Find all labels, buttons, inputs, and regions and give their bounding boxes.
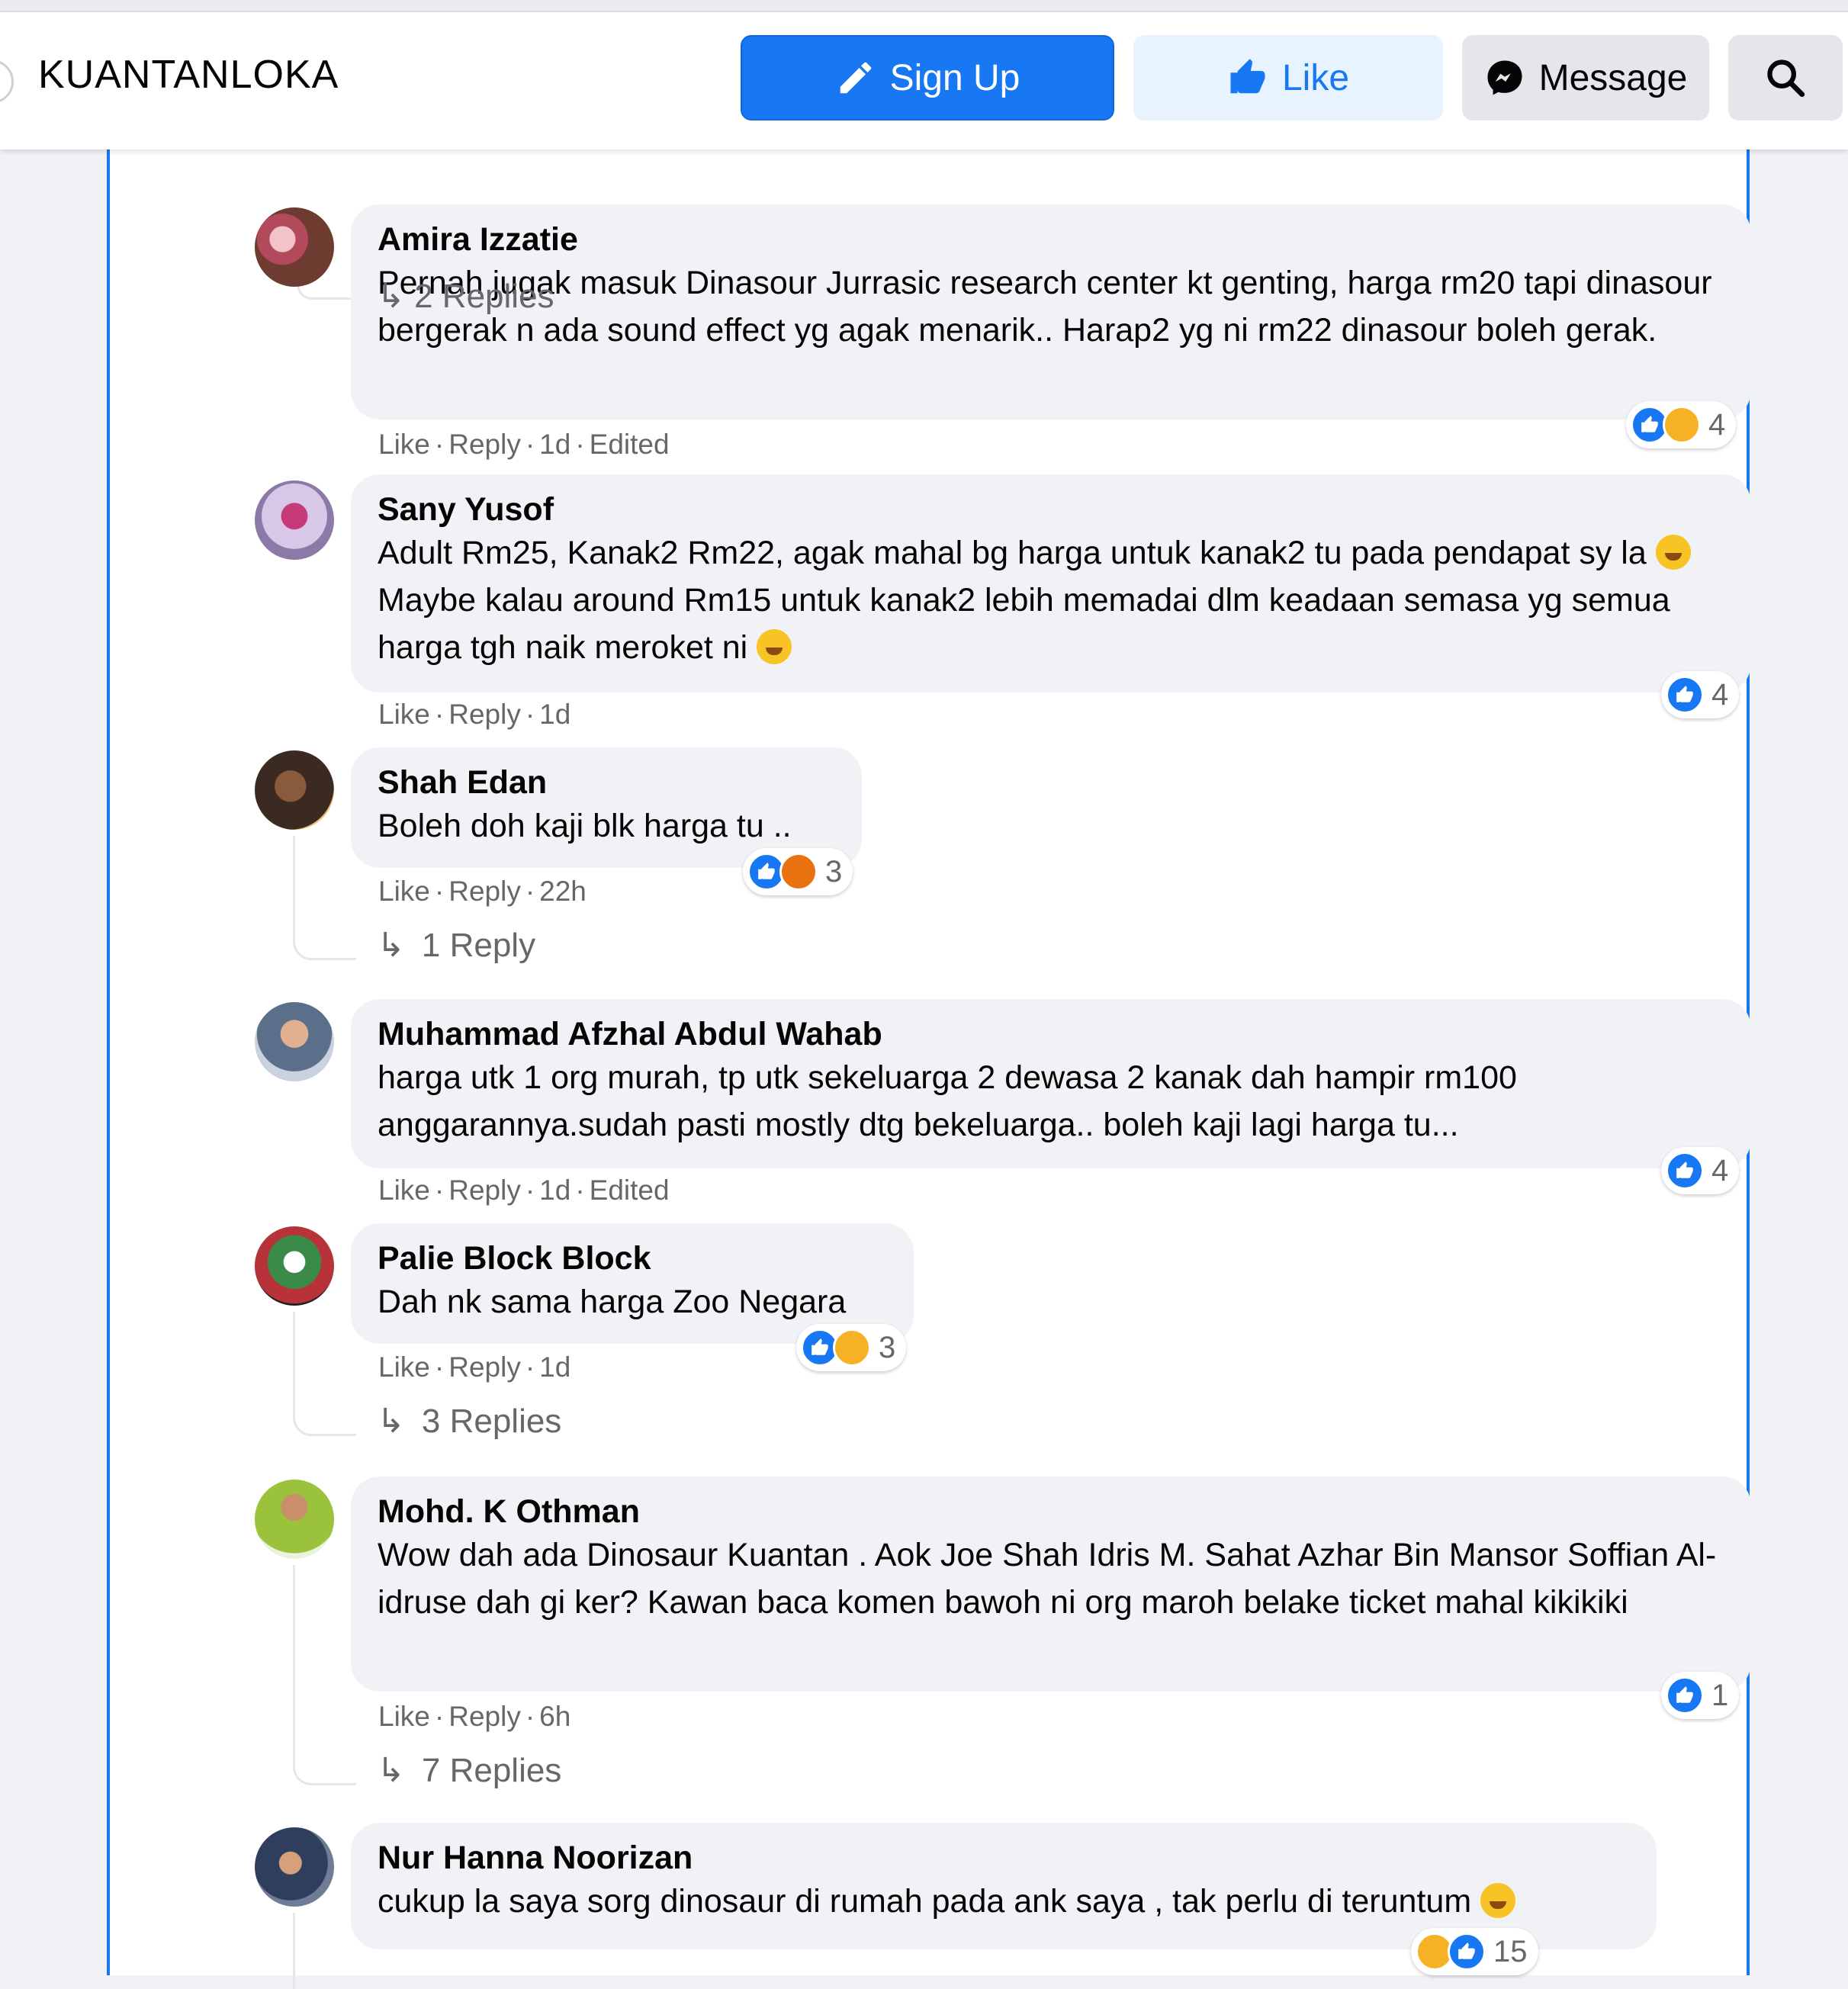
thread-connector	[293, 1565, 295, 1753]
search-button[interactable]	[1728, 35, 1843, 120]
comment-time[interactable]: 1d	[539, 1351, 570, 1383]
page-avatar[interactable]	[0, 59, 14, 104]
view-replies-link[interactable]: ↳ 7 Replies	[377, 1751, 561, 1790]
grinning-emoji-icon	[1655, 534, 1691, 570]
comment-text: Wow dah ada Dinosaur Kuantan . Aok Joe S…	[378, 1537, 1717, 1621]
like-link[interactable]: Like	[378, 876, 430, 907]
like-page-label: Like	[1281, 57, 1350, 98]
like-reaction-icon	[1666, 676, 1704, 714]
comment-author[interactable]: Amira Izzatie	[378, 220, 1724, 259]
comment-actions: Like · Reply · 1d	[378, 1351, 571, 1383]
thread-connector	[293, 926, 356, 960]
avatar[interactable]	[255, 1226, 334, 1306]
comment-author[interactable]: Nur Hanna Noorizan	[378, 1838, 1630, 1878]
reaction-summary[interactable]: 15	[1411, 1928, 1538, 1975]
reply-arrow-icon: ↳	[377, 278, 405, 315]
sign-up-label: Sign Up	[889, 57, 1020, 98]
thread-connector	[293, 1402, 356, 1436]
like-link[interactable]: Like	[378, 429, 430, 460]
comment-actions: Like · Reply · 1d · Edited	[378, 429, 670, 460]
like-reaction-icon	[1666, 1152, 1704, 1190]
page-title[interactable]: KUANTANLOKA	[38, 52, 339, 98]
like-link[interactable]: Like	[378, 699, 430, 730]
avatar[interactable]	[255, 750, 334, 830]
browser-strip	[0, 0, 1848, 12]
thread-connector	[293, 1312, 295, 1403]
reply-link[interactable]: Reply	[448, 876, 521, 907]
comment-author[interactable]: Sany Yusof	[378, 490, 1724, 529]
avatar[interactable]	[255, 1480, 334, 1559]
comments-panel: ↳ 2 Replies Amira Izzatie Pernah jugak m…	[107, 145, 1751, 1989]
comment-bubble: Muhammad Afzhal Abdul Wahab harga utk 1 …	[351, 999, 1751, 1168]
edited-label: Edited	[589, 1174, 670, 1206]
reply-arrow-icon: ↳	[377, 1403, 405, 1440]
comment-actions: Like · Reply · 22h	[378, 876, 587, 907]
comment-text: harga utk 1 org murah, tp utk sekeluarga…	[378, 1059, 1517, 1143]
comment-bubble: Amira Izzatie Pernah jugak masuk Dinasou…	[351, 204, 1751, 419]
reply-link[interactable]: Reply	[448, 1701, 521, 1732]
comment-author[interactable]: Shah Edan	[378, 763, 835, 802]
comment-author[interactable]: Mohd. K Othman	[378, 1492, 1724, 1531]
reaction-summary[interactable]: 4	[1661, 671, 1740, 718]
messenger-icon	[1484, 57, 1525, 98]
laughing-emoji-icon	[1480, 1882, 1516, 1918]
reaction-summary[interactable]: 3	[743, 848, 853, 895]
comment-time[interactable]: 22h	[539, 876, 587, 907]
like-page-button[interactable]: Like	[1133, 35, 1443, 120]
like-link[interactable]: Like	[378, 1701, 430, 1732]
comment-time[interactable]: 1d	[539, 1174, 570, 1206]
view-replies-link[interactable]: ↳ 1 Reply	[377, 926, 535, 965]
pencil-icon	[835, 57, 876, 98]
avatar[interactable]	[255, 480, 334, 560]
reaction-summary[interactable]: 3	[796, 1324, 907, 1371]
avatar[interactable]	[255, 1827, 334, 1907]
comment-text: Pernah jugak masuk Dinasour Jurrasic res…	[378, 265, 1712, 349]
reply-link[interactable]: Reply	[448, 1174, 521, 1206]
reaction-summary[interactable]: 1	[1661, 1672, 1740, 1719]
message-label: Message	[1538, 57, 1688, 98]
haha-reaction-icon	[833, 1329, 871, 1367]
edited-label: Edited	[589, 429, 670, 460]
view-replies-link[interactable]: ↳ 3 Replies	[377, 1402, 561, 1441]
rolling-laughing-emoji-icon	[757, 628, 792, 664]
like-link[interactable]: Like	[378, 1351, 430, 1383]
comment-actions: Like · Reply · 6h	[378, 1701, 571, 1732]
view-replies-link[interactable]: ↳ 2 Replies	[377, 277, 554, 316]
comment-actions: Like · Reply · 1d · Edited	[378, 1174, 670, 1206]
reply-link[interactable]: Reply	[448, 1351, 521, 1383]
reply-link[interactable]: Reply	[448, 699, 521, 730]
comment-time[interactable]: 1d	[539, 429, 570, 460]
reaction-summary[interactable]: 4	[1661, 1147, 1740, 1194]
reply-arrow-icon: ↳	[377, 927, 405, 964]
sign-up-button[interactable]: Sign Up	[741, 35, 1114, 120]
comment-bubble: Sany Yusof Adult Rm25, Kanak2 Rm22, agak…	[351, 474, 1751, 692]
reaction-summary[interactable]: 4	[1626, 401, 1737, 448]
comment-text: Adult Rm25, Kanak2 Rm22, agak mahal bg h…	[378, 529, 1724, 671]
avatar[interactable]	[255, 1002, 334, 1081]
page-header: KUANTANLOKA Sign Up Like Message	[0, 12, 1848, 149]
comment-actions: Like · Reply · 1d	[378, 699, 571, 730]
comment-time[interactable]: 6h	[539, 1701, 570, 1732]
thumbs-up-icon	[1227, 57, 1268, 98]
like-link[interactable]: Like	[378, 1174, 430, 1206]
like-reaction-icon	[1666, 1676, 1704, 1714]
message-button[interactable]: Message	[1462, 35, 1709, 120]
reply-arrow-icon: ↳	[377, 1752, 405, 1789]
haha-reaction-icon	[1663, 406, 1701, 444]
comment-author[interactable]: Palie Block Block	[378, 1239, 887, 1278]
search-icon	[1763, 56, 1808, 100]
comment-time[interactable]: 1d	[539, 699, 570, 730]
thread-connector	[293, 1913, 295, 1989]
comment-text: Dah nk sama harga Zoo Negara	[378, 1284, 847, 1320]
thread-connector	[293, 1751, 356, 1785]
like-reaction-icon	[1448, 1933, 1486, 1971]
angry-reaction-icon	[779, 853, 818, 891]
reply-link[interactable]: Reply	[448, 429, 521, 460]
comment-text: cukup la saya sorg dinosaur di rumah pad…	[378, 1878, 1630, 1925]
avatar[interactable]	[255, 207, 334, 287]
comment-text: Boleh doh kaji blk harga tu ..	[378, 808, 792, 844]
comment-author[interactable]: Muhammad Afzhal Abdul Wahab	[378, 1014, 1724, 1054]
comment-bubble: Mohd. K Othman Wow dah ada Dinosaur Kuan…	[351, 1476, 1751, 1692]
thread-connector	[293, 836, 295, 927]
